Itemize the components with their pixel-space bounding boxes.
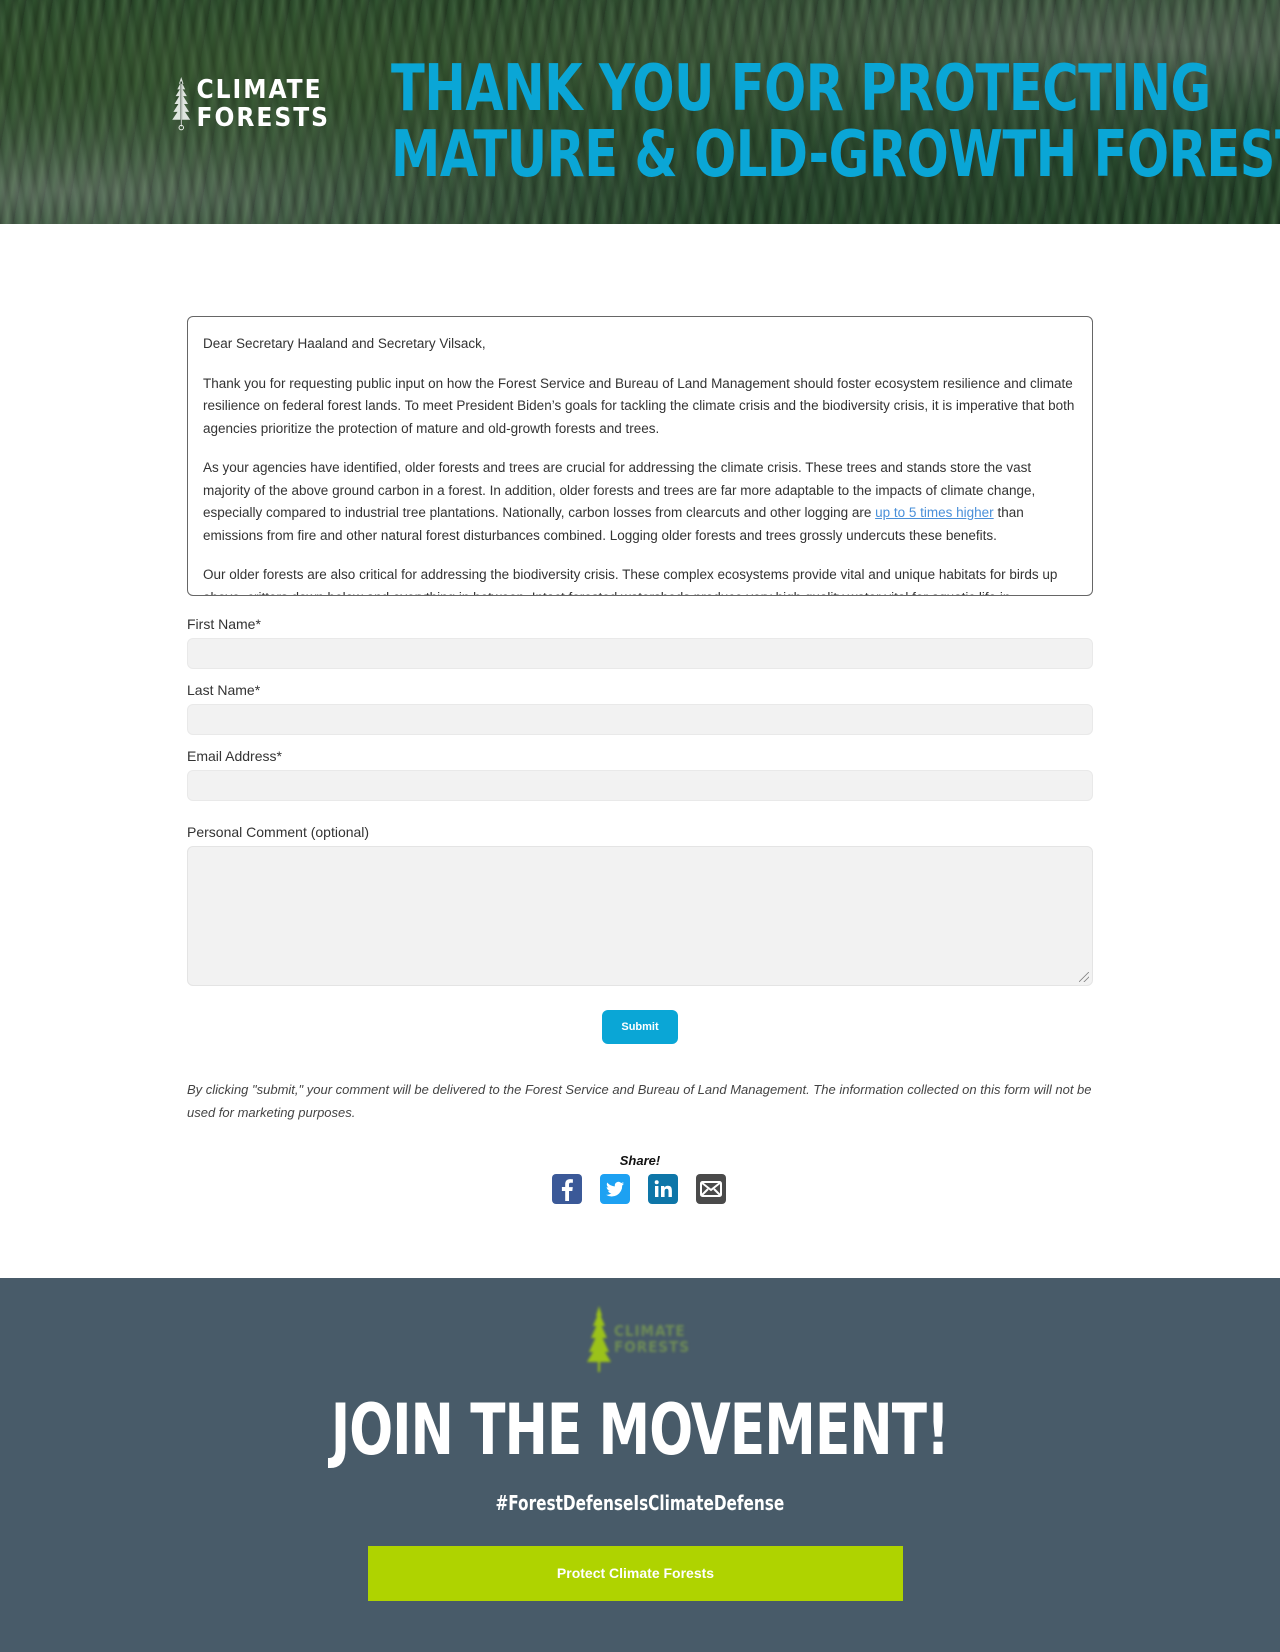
letter-paragraph-1: Thank you for requesting public input on… bbox=[203, 375, 1075, 436]
footer-logo-line-1: CLIMATE bbox=[614, 1322, 686, 1340]
last-name-input[interactable] bbox=[187, 704, 1093, 735]
letter-paragraph-3: Our older forests are also critical for … bbox=[203, 567, 1058, 595]
join-heading-text: JOIN THE MOVEMENT! bbox=[330, 1389, 950, 1471]
logo-line-2: FORESTS bbox=[196, 103, 330, 133]
footer-logo-wordmark: CLIMATE FORESTS bbox=[614, 1323, 690, 1355]
footer-logo[interactable]: CLIMATE FORESTS bbox=[586, 1304, 696, 1374]
first-name-field: First Name* bbox=[187, 614, 1093, 680]
tree-thermometer-icon bbox=[172, 77, 191, 131]
letter-salutation: Dear Secretary Haaland and Secretary Vil… bbox=[203, 336, 486, 351]
submit-button[interactable]: Submit bbox=[602, 1010, 678, 1044]
page-title-line-2: MATURE & OLD-GROWTH FORESTS bbox=[391, 118, 1280, 192]
page-title: THANK YOU FOR PROTECTING MATURE & OLD-GR… bbox=[391, 56, 1280, 188]
comment-label: Personal Comment (optional) bbox=[187, 824, 370, 840]
last-name-label: Last Name* bbox=[187, 682, 261, 698]
comment-form: First Name* Last Name* Email Address* Pe… bbox=[187, 614, 1093, 986]
comment-field: Personal Comment (optional) bbox=[187, 822, 1093, 986]
logo-wordmark: CLIMATE FORESTS bbox=[196, 76, 330, 132]
join-heading: JOIN THE MOVEMENT! bbox=[0, 1390, 1280, 1470]
letter-text-box[interactable]: Dear Secretary Haaland and Secretary Vil… bbox=[187, 316, 1093, 596]
logo-line-1: CLIMATE bbox=[196, 75, 323, 105]
email-input[interactable] bbox=[187, 770, 1093, 801]
climate-forests-logo[interactable]: CLIMATE FORESTS bbox=[170, 54, 330, 154]
hero-banner: CLIMATE FORESTS THANK YOU FOR PROTECTING… bbox=[0, 0, 1280, 224]
footer-tree-icon bbox=[587, 1306, 611, 1372]
email-icon[interactable] bbox=[696, 1174, 726, 1204]
share-buttons bbox=[552, 1174, 726, 1204]
share-label: Share! bbox=[619, 1153, 661, 1168]
hashtag: #ForestDefenseIsClimateDefense bbox=[0, 1491, 1280, 1515]
email-label: Email Address* bbox=[187, 748, 282, 764]
footer: CLIMATE FORESTS JOIN THE MOVEMENT! #Fore… bbox=[0, 1278, 1280, 1652]
comment-textarea[interactable] bbox=[187, 846, 1093, 986]
footer-logo-line-2: FORESTS bbox=[614, 1338, 690, 1356]
protect-climate-forests-button[interactable]: Protect Climate Forests bbox=[368, 1546, 903, 1601]
last-name-field: Last Name* bbox=[187, 680, 1093, 746]
twitter-icon[interactable] bbox=[600, 1174, 630, 1204]
facebook-icon[interactable] bbox=[552, 1174, 582, 1204]
first-name-label: First Name* bbox=[187, 616, 261, 632]
first-name-input[interactable] bbox=[187, 638, 1093, 669]
page-title-line-1: THANK YOU FOR PROTECTING bbox=[391, 52, 1211, 126]
disclaimer-text: By clicking "submit," your comment will … bbox=[187, 1082, 1092, 1120]
carbon-losses-link[interactable]: up to 5 times higher bbox=[875, 505, 994, 520]
letter-paragraph-2: As your agencies have identified, older … bbox=[203, 457, 1078, 547]
hashtag-text: #ForestDefenseIsClimateDefense bbox=[495, 1491, 785, 1515]
linkedin-icon[interactable] bbox=[648, 1174, 678, 1204]
email-field: Email Address* bbox=[187, 746, 1093, 822]
